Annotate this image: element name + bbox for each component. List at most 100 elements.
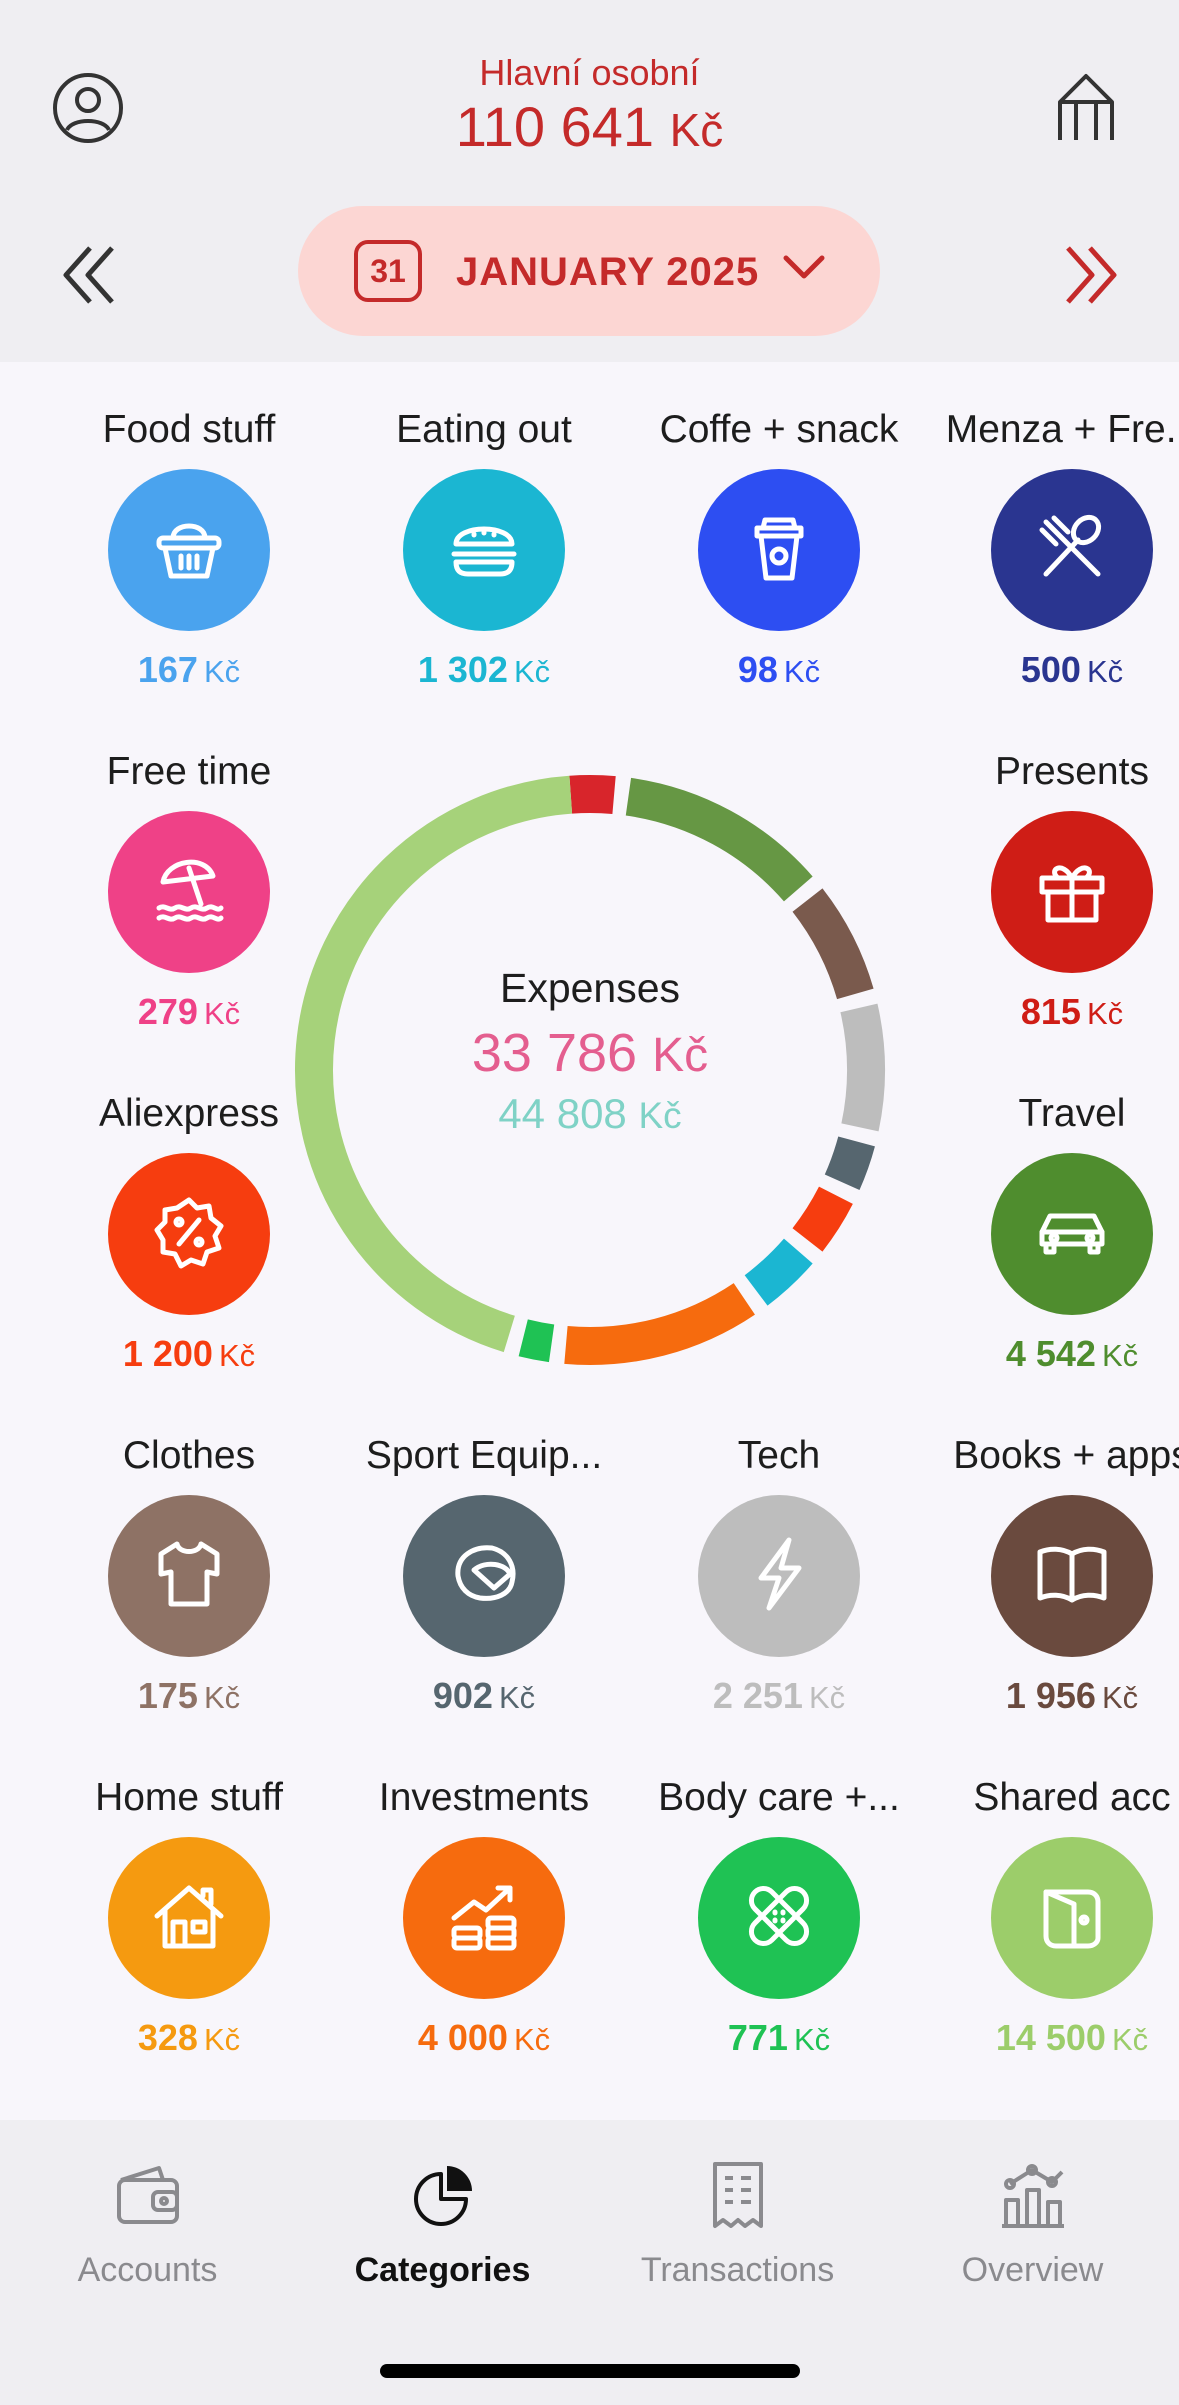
category-icon-button[interactable]: [698, 1837, 860, 1999]
category-label: Menza + Fre...: [945, 408, 1179, 451]
category-amount-value: 902: [432, 1675, 493, 1716]
house-icon: [149, 1876, 229, 1961]
category-amount: 167 Kč: [42, 649, 337, 691]
category-icon-button[interactable]: [403, 469, 565, 631]
category-amount-currency: Kč: [203, 654, 241, 689]
category-item[interactable]: Eating out 1 302 Kč: [337, 405, 632, 691]
tab-overview[interactable]: Overview: [885, 2160, 1179, 2290]
expenses-total: 33 786 Kč: [390, 1022, 790, 1084]
category-item[interactable]: Tech 2 251 Kč: [632, 1431, 927, 1717]
category-amount: 902 Kč: [337, 1675, 632, 1717]
category-item[interactable]: Sport Equip... 902 Kč: [337, 1431, 632, 1717]
category-icon-button[interactable]: [698, 1495, 860, 1657]
category-icon-button[interactable]: [108, 1495, 270, 1657]
donut-segment-books[interactable]: [792, 888, 874, 1000]
donut-segment-investments[interactable]: [564, 1282, 755, 1365]
coffee-cup-icon: [739, 508, 819, 593]
book-icon: [1032, 1534, 1112, 1619]
category-amount-value: 279: [137, 991, 198, 1032]
category-icon-button[interactable]: [991, 469, 1153, 631]
category-label: Presents: [995, 750, 1149, 793]
category-icon-button[interactable]: [403, 1495, 565, 1657]
category-item[interactable]: Investments 4 000 Kč: [337, 1773, 632, 2059]
category-amount: 328 Kč: [42, 2017, 337, 2059]
secondary-total: 44 808 Kč: [390, 1090, 790, 1138]
category-icon-button[interactable]: [991, 811, 1153, 973]
category-label: Investments: [378, 1776, 590, 1819]
category-item[interactable]: Body care +... 771 Kč: [632, 1773, 927, 2059]
category-amount-currency: Kč: [783, 654, 821, 689]
category-amount: 500 Kč: [925, 649, 1179, 691]
category-item[interactable]: Travel 4 542 Kč: [925, 1089, 1179, 1375]
previous-month-button[interactable]: [60, 244, 122, 311]
category-icon-button[interactable]: [991, 1837, 1153, 1999]
category-amount-currency: Kč: [218, 1338, 256, 1373]
category-amount-value: 815: [1020, 991, 1081, 1032]
month-selector[interactable]: 31 JANUARY 2025: [298, 206, 880, 336]
balance-currency: Kč: [669, 104, 724, 156]
category-amount: 4 000 Kč: [337, 2017, 632, 2059]
donut-segment-tech[interactable]: [840, 1003, 885, 1132]
calendar-icon: 31: [354, 240, 422, 302]
chevron-down-icon: [782, 252, 826, 287]
donut-segment-presents[interactable]: [569, 775, 616, 815]
category-item[interactable]: Menza + Fre... 500 Kč: [925, 405, 1179, 691]
category-amount-value: 1 956: [1005, 1675, 1096, 1716]
category-icon-button[interactable]: [108, 469, 270, 631]
category-label: Body care +...: [658, 1776, 900, 1819]
category-amount: 1 956 Kč: [925, 1675, 1179, 1717]
category-amount-value: 771: [727, 2017, 788, 2058]
wallet-icon: [1032, 1876, 1112, 1961]
category-item[interactable]: Shared acc 14 500 Kč: [925, 1773, 1179, 2059]
tshirt-icon: [149, 1534, 229, 1619]
category-item[interactable]: Clothes 175 Kč: [42, 1431, 337, 1717]
category-label: Books + apps: [953, 1434, 1179, 1477]
donut-segment-eating-out[interactable]: [744, 1238, 813, 1306]
category-icon-button[interactable]: [108, 1837, 270, 1999]
account-balance[interactable]: 110 641 Kč: [0, 94, 1179, 159]
beach-umbrella-icon: [149, 850, 229, 935]
category-amount-value: 1 302: [417, 649, 508, 690]
basket-icon: [149, 508, 229, 593]
category-amount-value: 14 500: [995, 2017, 1106, 2058]
secondary-value: 44 808: [498, 1090, 627, 1137]
category-item[interactable]: Books + apps 1 956 Kč: [925, 1431, 1179, 1717]
category-item[interactable]: Home stuff 328 Kč: [42, 1773, 337, 2059]
category-icon-button[interactable]: [108, 1153, 270, 1315]
expenses-value: 33 786: [471, 1023, 638, 1083]
category-item[interactable]: Presents 815 Kč: [925, 747, 1179, 1033]
tab-transactions-label: Transactions: [640, 2251, 835, 2289]
fork-spoon-icon: [1032, 508, 1112, 593]
category-amount-currency: Kč: [1101, 1338, 1139, 1373]
donut-segment-sport[interactable]: [824, 1136, 875, 1190]
balance-value: 110 641: [455, 95, 655, 158]
edit-pencil-icon[interactable]: [1054, 72, 1118, 149]
category-amount-currency: Kč: [1086, 996, 1124, 1031]
tab-categories[interactable]: Categories: [295, 2160, 590, 2290]
category-amount-value: 98: [737, 649, 778, 690]
category-amount-value: 4 542: [1005, 1333, 1096, 1374]
category-amount-currency: Kč: [203, 1680, 241, 1715]
category-icon-button[interactable]: [403, 1837, 565, 1999]
next-month-button[interactable]: [1058, 244, 1120, 311]
category-icon-button[interactable]: [991, 1495, 1153, 1657]
category-amount-currency: Kč: [203, 996, 241, 1031]
category-item[interactable]: Coffe + snack 98 Kč: [632, 405, 927, 691]
tab-accounts[interactable]: Accounts: [0, 2160, 295, 2290]
account-name[interactable]: Hlavní osobní: [0, 52, 1179, 94]
category-amount-currency: Kč: [1111, 2022, 1149, 2057]
donut-segment-travel[interactable]: [625, 777, 813, 902]
category-icon-button[interactable]: [108, 811, 270, 973]
donut-segment-aliexpress[interactable]: [792, 1186, 853, 1252]
category-amount-value: 500: [1020, 649, 1081, 690]
donut-segment-body-care[interactable]: [518, 1319, 555, 1363]
category-amount: 98 Kč: [632, 649, 927, 691]
category-icon-button[interactable]: [698, 469, 860, 631]
category-amount-currency: Kč: [808, 1680, 846, 1715]
category-item[interactable]: Food stuff 167 Kč: [42, 405, 337, 691]
lightning-icon: [739, 1534, 819, 1619]
tab-transactions[interactable]: Transactions: [590, 2160, 885, 2290]
expenses-title: Expenses: [499, 965, 681, 1011]
category-amount-currency: Kč: [1101, 1680, 1139, 1715]
category-icon-button[interactable]: [991, 1153, 1153, 1315]
